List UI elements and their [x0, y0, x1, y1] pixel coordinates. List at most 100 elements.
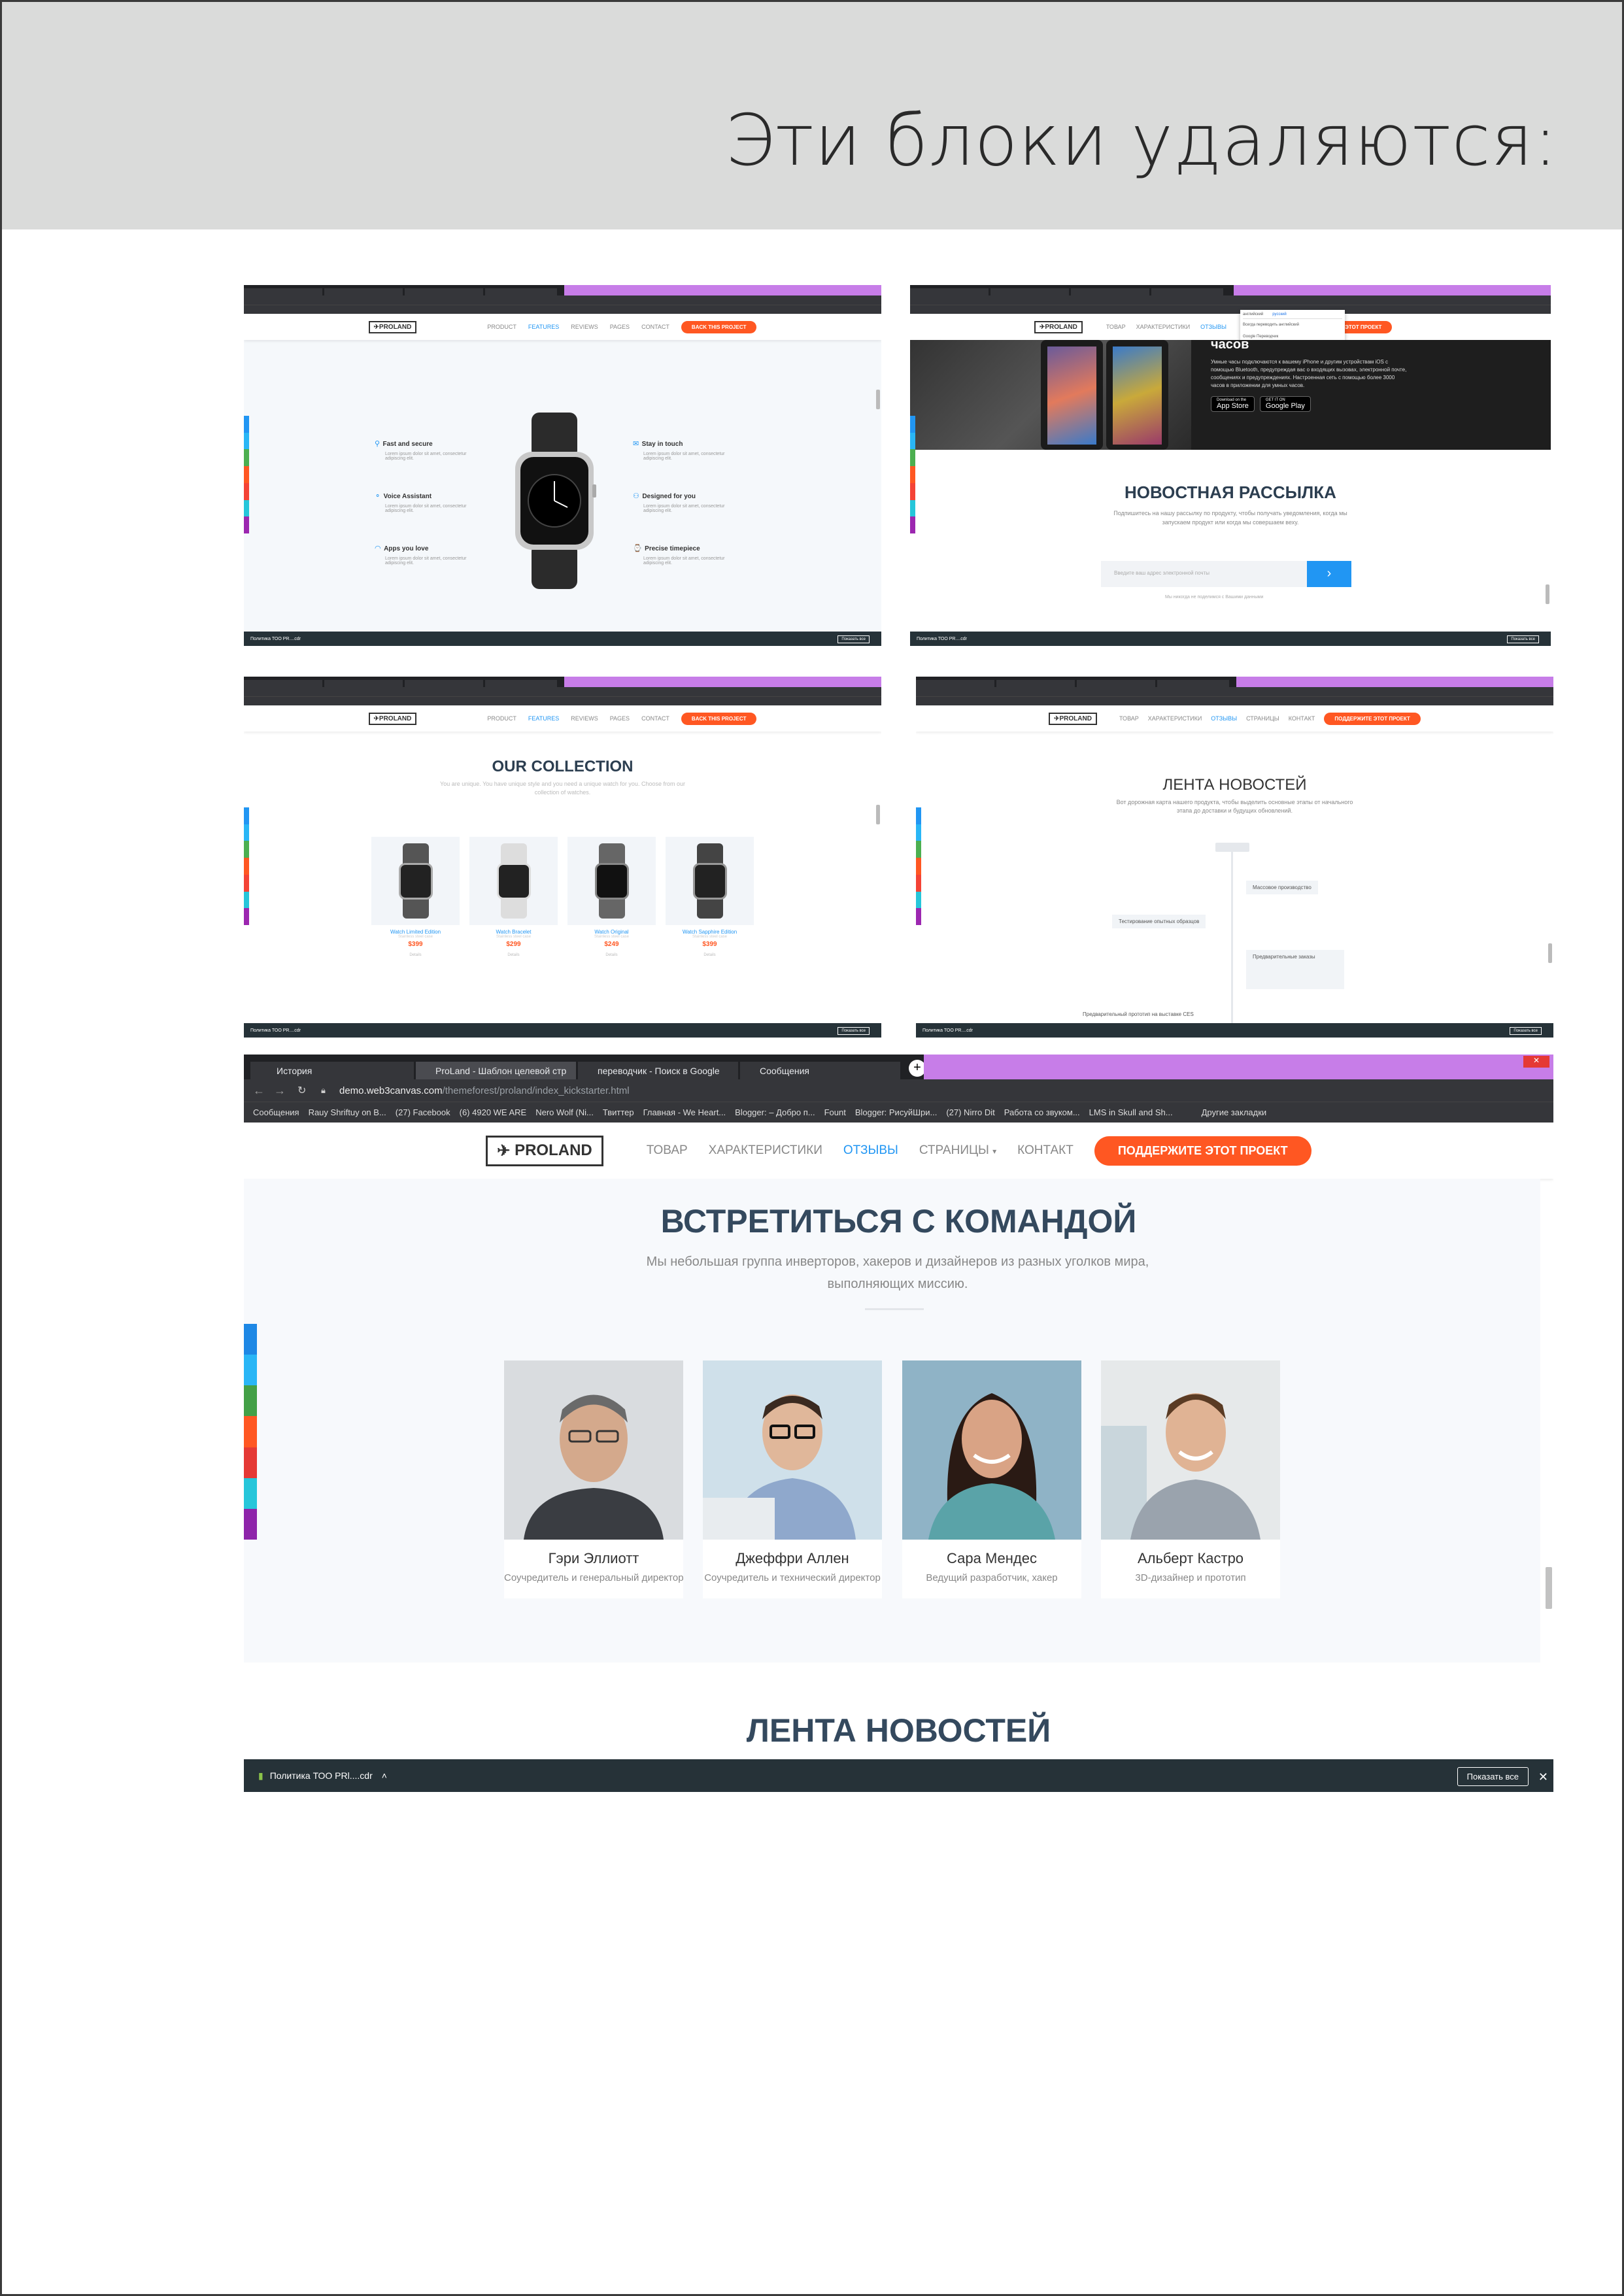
team-member-card[interactable]: Гэри Эллиотт Соучредитель и генеральный … [504, 1360, 684, 1598]
address-bar[interactable] [244, 295, 881, 305]
scrollbar[interactable] [1546, 1567, 1552, 1609]
nav-pages[interactable]: PAGES [610, 324, 630, 330]
nav-features[interactable]: FEATURES [528, 324, 559, 330]
nav-pages[interactable]: PAGES [610, 715, 630, 722]
back-icon[interactable]: ← [253, 1084, 265, 1098]
scrollbar[interactable] [876, 805, 880, 824]
site-logo[interactable]: ✈ PROLAND [1034, 320, 1083, 333]
show-all-button[interactable]: Показать все [1510, 1027, 1542, 1035]
translate-option[interactable]: Google Переводчик [1243, 335, 1342, 339]
product-card[interactable]: Watch Bracelet Stainless steel case $299… [469, 837, 558, 987]
browser-tab[interactable]: Сообщения [740, 1062, 900, 1079]
nav-contact[interactable]: CONTACT [641, 324, 669, 330]
site-logo[interactable]: ✈ PROLAND [368, 712, 417, 725]
nav-product[interactable]: ТОВАР [1106, 324, 1126, 330]
bookmark[interactable]: LMS in Skull and Sh... [1089, 1107, 1173, 1117]
browser-tab[interactable]: переводчик - Поиск в Google [578, 1062, 738, 1079]
translate-tab-ru[interactable]: русский [1272, 312, 1287, 316]
nav-product[interactable]: PRODUCT [487, 324, 516, 330]
download-item[interactable]: Политика ТОО PR....cdr [250, 637, 301, 641]
nav-product[interactable]: PRODUCT [487, 715, 516, 722]
address-bar[interactable] [910, 295, 1551, 305]
address-bar[interactable] [244, 687, 881, 696]
forward-icon[interactable]: → [274, 1084, 286, 1098]
bookmark[interactable]: Сообщения [253, 1107, 299, 1117]
app-store-button[interactable]: Download on the App Store [1211, 396, 1255, 412]
nav-contact[interactable]: КОНТАКТ [1017, 1143, 1074, 1158]
cta-button[interactable]: ПОДДЕРЖИТЕ ЭТОТ ПРОЕКТ [1324, 712, 1421, 725]
download-item[interactable]: Политика ТОО PRl....cdr [270, 1770, 373, 1781]
product-details-button[interactable]: Details [469, 953, 558, 957]
product-details-button[interactable]: Details [666, 953, 754, 957]
product-card[interactable]: Watch Original Stainless steel case $249… [567, 837, 656, 987]
site-logo[interactable]: ✈ PROLAND [1049, 712, 1097, 725]
scrollbar[interactable] [1548, 943, 1552, 963]
nav-features[interactable]: ХАРАКТЕРИСТИКИ [709, 1143, 822, 1158]
scrollbar[interactable] [1546, 584, 1549, 604]
cta-button[interactable]: ПОДДЕРЖИТЕ ЭТОТ ПРОЕКТ [1094, 1136, 1311, 1166]
team-member-card[interactable]: Сара Мендес Ведущий разработчик, хакер [902, 1360, 1081, 1598]
bookmark[interactable]: Главная - We Heart... [643, 1107, 726, 1117]
address-bar[interactable]: ← → ↻ 🔒︎ demo.web3canvas.com/themeforest… [244, 1079, 1553, 1102]
product-name[interactable]: Watch Sapphire Edition [666, 929, 754, 935]
team-member-card[interactable]: Альберт Кастро 3D-дизайнер и прототип [1101, 1360, 1280, 1598]
translate-tab-en[interactable]: английский [1243, 312, 1263, 316]
nav-contact[interactable]: КОНТАКТ [1289, 715, 1315, 722]
show-all-button[interactable]: Показать все [1507, 635, 1539, 643]
subscribe-button[interactable]: › [1307, 561, 1351, 587]
translate-option[interactable]: Всегда переводить английский [1243, 323, 1342, 327]
team-member-card[interactable]: Джеффри Аллен Соучредитель и технический… [703, 1360, 882, 1598]
nav-pages[interactable]: СТРАНИЦЫ [1246, 715, 1279, 722]
close-download-bar-icon[interactable]: ✕ [1538, 1770, 1548, 1784]
browser-tab-active[interactable]: ProLand - Шаблон целевой стр [416, 1062, 576, 1079]
bookmark[interactable]: Rauy Shriftuy on B... [309, 1107, 386, 1117]
product-details-button[interactable]: Details [371, 953, 460, 957]
bookmark[interactable]: Твиттер [603, 1107, 634, 1117]
scrollbar[interactable] [876, 390, 880, 409]
bookmark[interactable]: (6) 4920 WE ARE [460, 1107, 527, 1117]
nav-product[interactable]: ТОВАР [1119, 715, 1139, 722]
bookmark[interactable]: (27) Nirro Dit [946, 1107, 994, 1117]
site-logo[interactable]: ✈ PROLAND [368, 320, 417, 333]
nav-reviews[interactable]: ОТЗЫВЫ [843, 1143, 898, 1158]
chevron-up-icon[interactable]: ˄ [382, 1770, 387, 1781]
cta-button[interactable]: BACK THIS PROJECT [681, 320, 757, 333]
email-input[interactable]: Введите ваш адрес электронной почты [1101, 561, 1307, 587]
product-name[interactable]: Watch Bracelet [469, 929, 558, 935]
other-bookmarks[interactable]: Другие закладки [1202, 1107, 1267, 1117]
download-item[interactable]: Политика ТОО PR....cdr [922, 1028, 973, 1033]
address-bar[interactable] [916, 687, 1553, 696]
nav-pages[interactable]: СТРАНИЦЫ ▾ [919, 1143, 996, 1158]
show-all-button[interactable]: Показать все [1457, 1767, 1529, 1786]
nav-features[interactable]: ХАРАКТЕРИСТИКИ [1148, 715, 1202, 722]
bookmark[interactable]: Fount [824, 1107, 846, 1117]
nav-features[interactable]: FEATURES [528, 715, 559, 722]
bookmark[interactable]: Blogger: РисуйШри... [855, 1107, 937, 1117]
browser-tab[interactable]: История [250, 1062, 414, 1079]
nav-contact[interactable]: CONTACT [641, 715, 669, 722]
bookmark[interactable]: Nero Wolf (Ni... [535, 1107, 594, 1117]
nav-features[interactable]: ХАРАКТЕРИСТИКИ [1136, 324, 1191, 330]
bookmark[interactable]: Работа со звуком... [1004, 1107, 1080, 1117]
product-name[interactable]: Watch Original [567, 929, 656, 935]
download-item[interactable]: Политика ТОО PR....cdr [917, 637, 967, 641]
reload-icon[interactable]: ↻ [297, 1084, 306, 1097]
cta-button[interactable]: BACK THIS PROJECT [681, 712, 757, 725]
show-all-button[interactable]: Показать все [837, 635, 870, 643]
close-window-icon[interactable]: ✕ [1523, 1056, 1549, 1068]
google-play-button[interactable]: GET IT ON Google Play [1259, 396, 1311, 412]
site-logo[interactable]: ✈ PROLAND [486, 1135, 603, 1166]
product-card[interactable]: Watch Sapphire Edition Stainless steel c… [666, 837, 754, 987]
product-details-button[interactable]: Details [567, 953, 656, 957]
product-card[interactable]: Watch Limited Edition Stainless steel ca… [371, 837, 460, 987]
nav-reviews[interactable]: REVIEWS [571, 324, 598, 330]
nav-product[interactable]: ТОВАР [647, 1143, 688, 1158]
download-item[interactable]: Политика ТОО PR....cdr [250, 1028, 301, 1033]
bookmark[interactable]: (27) Facebook [396, 1107, 450, 1117]
bookmark[interactable]: Blogger: – Добро п... [735, 1107, 815, 1117]
nav-reviews[interactable]: REVIEWS [571, 715, 598, 722]
product-name[interactable]: Watch Limited Edition [371, 929, 460, 935]
nav-reviews[interactable]: ОТЗЫВЫ [1211, 715, 1237, 722]
nav-reviews[interactable]: ОТЗЫВЫ [1200, 324, 1226, 330]
show-all-button[interactable]: Показать все [837, 1027, 870, 1035]
